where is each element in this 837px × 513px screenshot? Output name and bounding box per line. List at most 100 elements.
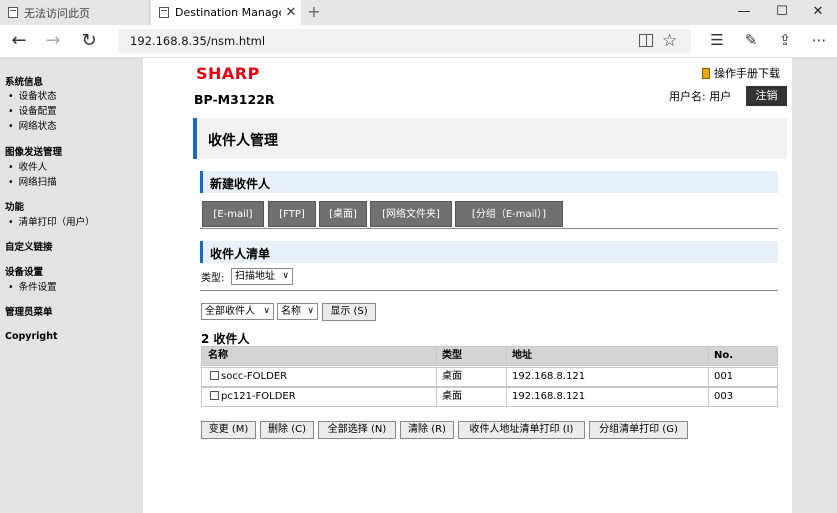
new-recipient-tabs: [E-mail] [FTP] [桌面] [网络文件夹] [分组（E-mail）] — [200, 201, 778, 229]
recipient-list-header: 收件人清单 — [200, 241, 778, 263]
browser-tab-error-page[interactable]: 无法访问此页 — [0, 0, 150, 25]
nav-item-network-scan[interactable]: 网络扫描 — [8, 174, 57, 188]
col-address: 地址 — [512, 350, 532, 361]
chevron-down-icon: ∨ — [263, 306, 270, 316]
tab-email[interactable]: [E-mail] — [202, 201, 264, 227]
col-divider — [708, 368, 709, 386]
row-type: 桌面 — [442, 391, 462, 402]
nav-section-custom-links[interactable]: 自定义链接 — [5, 239, 53, 253]
filter-select[interactable]: 全部收件人 ∨ — [201, 303, 274, 320]
close-window-icon[interactable]: ✕ — [799, 0, 837, 25]
reading-view-icon[interactable] — [639, 34, 653, 47]
print-group-list-button[interactable]: 分组清单打印 (G) — [589, 421, 688, 439]
print-address-list-button[interactable]: 收件人地址清单打印 (I) — [458, 421, 585, 439]
col-divider — [506, 347, 507, 365]
page-icon — [8, 7, 18, 18]
back-arrow-icon[interactable]: ← — [4, 25, 34, 57]
type-select-value: 扫描地址 — [235, 271, 275, 282]
nav-item-list-print[interactable]: 清单打印（用户） — [8, 214, 95, 228]
tab-desktop[interactable]: [桌面] — [319, 201, 367, 227]
divider — [200, 290, 778, 291]
nav-item-device-status[interactable]: 设备状态 — [8, 88, 57, 102]
nav-section-admin-menu[interactable]: 管理员菜单 — [5, 304, 53, 318]
delete-button[interactable]: 删除 (C) — [260, 421, 314, 439]
page-title: 收件人管理 — [208, 133, 278, 149]
table-row: pc121-FOLDER 桌面 192.168.8.121 003 — [201, 387, 778, 407]
nav-section-copyright[interactable]: Copyright — [5, 331, 58, 342]
page-viewport: 系统信息 设备状态 设备配置 网络状态 图像发送管理 收件人 网络扫描 功能 清… — [0, 58, 837, 513]
table-row: socc-FOLDER 桌面 192.168.8.121 001 — [201, 367, 778, 387]
row-no: 003 — [714, 391, 734, 402]
row-name-text[interactable]: socc-FOLDER — [221, 371, 287, 382]
browser-tab-strip: 无法访问此页 Destination Managemer ✕ + — ☐ ✕ — [0, 0, 837, 25]
new-recipient-header: 新建收件人 — [200, 171, 778, 193]
chevron-down-icon: ∨ — [307, 306, 314, 316]
row-no: 001 — [714, 371, 734, 382]
type-select[interactable]: 扫描地址 ∨ — [231, 268, 293, 285]
col-divider — [436, 388, 437, 406]
row-checkbox[interactable] — [210, 371, 219, 380]
table-header: 名称 类型 地址 No. — [201, 346, 778, 366]
nav-item-condition-settings[interactable]: 条件设置 — [8, 279, 57, 293]
type-label: 类型: — [201, 273, 225, 284]
nav-section-system-info[interactable]: 系统信息 — [5, 74, 43, 88]
page-icon — [159, 7, 169, 18]
minimize-icon[interactable]: — — [725, 0, 763, 25]
right-margin — [792, 58, 837, 513]
tab-title: Destination Managemer — [175, 6, 281, 19]
section-title: 收件人清单 — [210, 247, 271, 261]
col-no: No. — [714, 350, 734, 361]
select-all-button[interactable]: 全部选择 (N) — [318, 421, 396, 439]
manual-download-link[interactable]: 操作手册下载 — [702, 65, 780, 81]
recipient-count: 2 收件人 — [201, 332, 250, 346]
nav-item-recipients[interactable]: 收件人 — [8, 159, 48, 173]
row-address: 192.168.8.121 — [512, 391, 586, 402]
forward-arrow-icon[interactable]: → — [38, 25, 68, 57]
tab-title: 无法访问此页 — [24, 6, 90, 20]
row-name-text[interactable]: pc121-FOLDER — [221, 391, 296, 402]
sort-select[interactable]: 名称 ∨ — [277, 303, 318, 320]
user-name: 用户 — [709, 90, 732, 103]
col-divider — [708, 347, 709, 365]
show-button[interactable]: 显示 (S) — [322, 303, 376, 321]
hub-icon[interactable]: ☰ — [702, 25, 732, 57]
row-checkbox[interactable] — [210, 391, 219, 400]
address-bar[interactable]: 192.168.8.35/nsm.html ☆ — [118, 29, 691, 53]
col-name: 名称 — [208, 350, 228, 361]
col-divider — [506, 368, 507, 386]
web-note-icon[interactable]: ✎ — [736, 25, 766, 57]
address-text: 192.168.8.35/nsm.html — [130, 34, 266, 48]
refresh-icon[interactable]: ↻ — [74, 25, 104, 57]
favorite-star-icon[interactable]: ☆ — [662, 29, 677, 53]
nav-item-network-status[interactable]: 网络状态 — [8, 118, 57, 132]
page-title-bar: 收件人管理 — [193, 118, 787, 159]
row-address: 192.168.8.121 — [512, 371, 586, 382]
close-tab-icon[interactable]: ✕ — [281, 5, 301, 20]
row-type: 桌面 — [442, 371, 462, 382]
sharp-logo: SHARP — [196, 64, 260, 83]
nav-section-device-settings[interactable]: 设备设置 — [5, 264, 43, 278]
col-divider — [708, 388, 709, 406]
maximize-icon[interactable]: ☐ — [763, 0, 801, 25]
model-name: BP-M3122R — [194, 92, 275, 107]
nav-item-device-config[interactable]: 设备配置 — [8, 103, 57, 117]
row-name: socc-FOLDER — [210, 368, 287, 386]
more-icon[interactable]: ⋯ — [804, 25, 834, 57]
logout-button[interactable]: 注销 — [746, 86, 787, 106]
col-divider — [436, 347, 437, 365]
share-icon[interactable]: ⇪ — [770, 25, 800, 57]
tab-network-folder[interactable]: [网络文件夹] — [370, 201, 452, 227]
nav-section-image-send[interactable]: 图像发送管理 — [5, 144, 62, 158]
clear-button[interactable]: 清除 (R) — [400, 421, 454, 439]
modify-button[interactable]: 变更 (M) — [201, 421, 256, 439]
new-tab-icon[interactable]: + — [304, 0, 324, 25]
tab-ftp[interactable]: [FTP] — [268, 201, 316, 227]
tab-group-email[interactable]: [分组（E-mail）] — [455, 201, 563, 227]
nav-section-functions[interactable]: 功能 — [5, 199, 24, 213]
book-icon — [702, 67, 710, 79]
left-navigation: 系统信息 设备状态 设备配置 网络状态 图像发送管理 收件人 网络扫描 功能 清… — [0, 58, 143, 513]
row-name: pc121-FOLDER — [210, 388, 296, 406]
browser-tab-destination-management[interactable]: Destination Managemer ✕ — [151, 0, 301, 25]
col-divider — [436, 368, 437, 386]
col-type: 类型 — [442, 350, 462, 361]
